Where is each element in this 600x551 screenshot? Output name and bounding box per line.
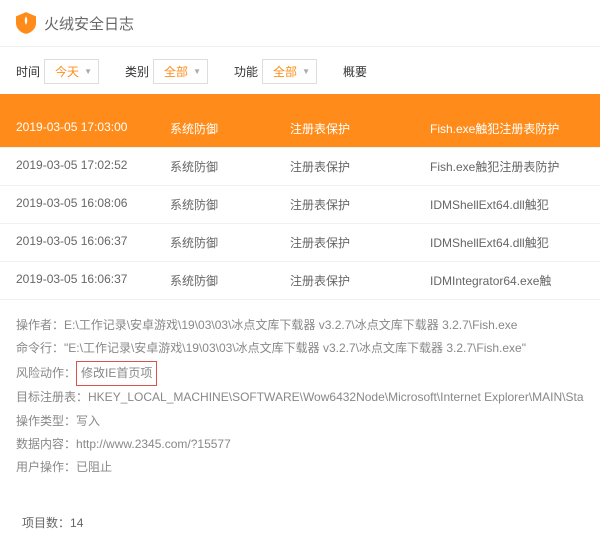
cell-summary: Fish.exe触犯注册表防护 [430, 158, 600, 175]
data-label: 数据内容： [16, 437, 76, 451]
risk-label: 风险动作： [16, 366, 76, 380]
chevron-down-icon: ▼ [193, 67, 201, 76]
cell-category: 系统防御 [170, 234, 290, 251]
cell-category: 系统防御 [170, 272, 290, 289]
filter-function-value: 全部 [273, 63, 297, 80]
operator-label: 操作者： [16, 318, 64, 332]
filter-category-dropdown[interactable]: 全部 ▼ [153, 59, 208, 84]
cell-summary: IDMIntegrator64.exe触 [430, 272, 600, 289]
operator-value: E:\工作记录\安卓游戏\19\03\03\冰点文库下载器 v3.2.7\冰点文… [64, 318, 517, 332]
cell-summary: IDMShellExt64.dll触犯 [430, 234, 600, 251]
table-row[interactable]: 2019-03-05 16:08:06系统防御注册表保护IDMShellExt6… [0, 186, 600, 224]
shield-icon [16, 12, 36, 34]
filter-summary-label: 概要 [343, 63, 367, 80]
userop-value: 已阻止 [76, 460, 112, 474]
count-value: 14 [70, 516, 83, 530]
cell-function: 注册表保护 [290, 158, 430, 175]
filter-function-label: 功能 [234, 63, 258, 80]
filter-time-dropdown[interactable]: 今天 ▼ [44, 59, 99, 84]
table-header [0, 94, 600, 110]
cell-category: 系统防御 [170, 158, 290, 175]
cell-function: 注册表保护 [290, 120, 430, 137]
userop-label: 用户操作： [16, 460, 76, 474]
table-row[interactable]: 2019-03-05 17:02:52系统防御注册表保护Fish.exe触犯注册… [0, 148, 600, 186]
log-table: 2019-03-05 17:03:00系统防御注册表保护Fish.exe触犯注册… [0, 94, 600, 300]
cell-time: 2019-03-05 17:02:52 [0, 158, 170, 175]
risk-value: 修改IE首页项 [76, 361, 157, 386]
count-label: 项目数： [22, 516, 70, 530]
filter-category-label: 类别 [125, 63, 149, 80]
data-value: http://www.2345.com/?15577 [76, 437, 231, 451]
app-header: 火绒安全日志 [0, 0, 600, 47]
cell-time: 2019-03-05 16:06:37 [0, 272, 170, 289]
target-value: HKEY_LOCAL_MACHINE\SOFTWARE\Wow6432Node\… [88, 390, 584, 404]
table-body: 2019-03-05 17:03:00系统防御注册表保护Fish.exe触犯注册… [0, 110, 600, 300]
table-row[interactable]: 2019-03-05 16:06:37系统防御注册表保护IDMIntegrato… [0, 262, 600, 300]
cell-time: 2019-03-05 16:08:06 [0, 196, 170, 213]
footer: 项目数：14 [0, 494, 600, 551]
detail-panel: 操作者：E:\工作记录\安卓游戏\19\03\03\冰点文库下载器 v3.2.7… [0, 300, 600, 494]
optype-value: 写入 [76, 414, 100, 428]
filter-function-dropdown[interactable]: 全部 ▼ [262, 59, 317, 84]
chevron-down-icon: ▼ [84, 67, 92, 76]
table-row[interactable]: 2019-03-05 16:06:37系统防御注册表保护IDMShellExt6… [0, 224, 600, 262]
cell-function: 注册表保护 [290, 196, 430, 213]
cell-category: 系统防御 [170, 196, 290, 213]
filter-time-value: 今天 [55, 63, 79, 80]
table-row[interactable]: 2019-03-05 17:03:00系统防御注册表保护Fish.exe触犯注册… [0, 110, 600, 148]
optype-label: 操作类型： [16, 414, 76, 428]
target-label: 目标注册表： [16, 390, 88, 404]
cell-summary: Fish.exe触犯注册表防护 [430, 120, 600, 137]
filter-time-label: 时间 [16, 63, 40, 80]
filter-bar: 时间 今天 ▼ 类别 全部 ▼ 功能 全部 ▼ 概要 [0, 47, 600, 94]
cmdline-label: 命令行： [16, 341, 64, 355]
chevron-down-icon: ▼ [302, 67, 310, 76]
cell-time: 2019-03-05 17:03:00 [0, 120, 170, 137]
cell-function: 注册表保护 [290, 272, 430, 289]
app-title: 火绒安全日志 [44, 13, 134, 34]
cell-category: 系统防御 [170, 120, 290, 137]
cell-function: 注册表保护 [290, 234, 430, 251]
cell-summary: IDMShellExt64.dll触犯 [430, 196, 600, 213]
cell-time: 2019-03-05 16:06:37 [0, 234, 170, 251]
cmdline-value: "E:\工作记录\安卓游戏\19\03\03\冰点文库下载器 v3.2.7\冰点… [64, 341, 526, 355]
filter-category-value: 全部 [164, 63, 188, 80]
